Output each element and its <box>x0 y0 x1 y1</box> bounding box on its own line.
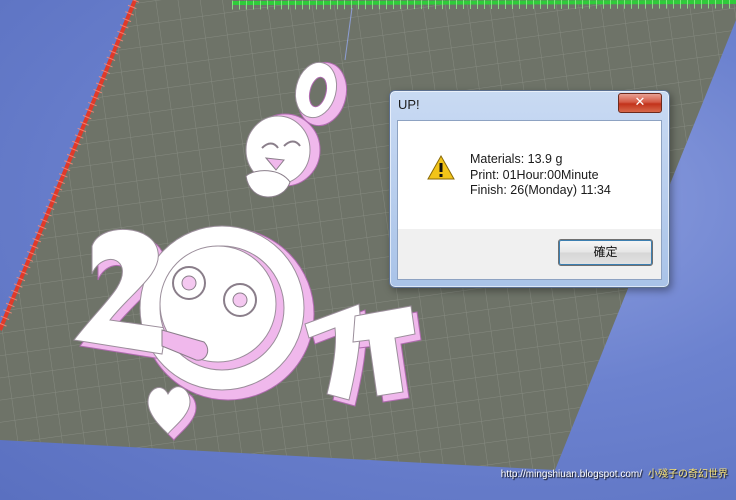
dialog-titlebar[interactable]: UP! ✕ <box>390 91 669 119</box>
watermark: http://mingshiuan.blogspot.com/小殘子の奇幻世界 <box>501 465 728 480</box>
message-dialog: UP! ✕ Materials: 13.9 g Print: 01Hour:00… <box>389 90 670 288</box>
close-button[interactable]: ✕ <box>618 93 662 113</box>
message-text: Materials: 13.9 g Print: 01Hour:00Minute… <box>470 152 611 199</box>
print-time-line: Print: 01Hour:00Minute <box>470 167 599 182</box>
message-area: Materials: 13.9 g Print: 01Hour:00Minute… <box>398 121 661 229</box>
finish-time-line: Finish: 26(Monday) 11:34 <box>470 183 611 197</box>
warning-icon <box>427 155 455 180</box>
dialog-body: Materials: 13.9 g Print: 01Hour:00Minute… <box>397 120 662 280</box>
dialog-title: UP! <box>398 97 420 112</box>
watermark-author: 小殘子の奇幻世界 <box>648 469 728 480</box>
ok-button[interactable]: 確定 <box>558 239 653 266</box>
watermark-url: http://mingshiuan.blogspot.com/ <box>500 469 642 480</box>
materials-line: Materials: 13.9 g <box>470 152 563 166</box>
